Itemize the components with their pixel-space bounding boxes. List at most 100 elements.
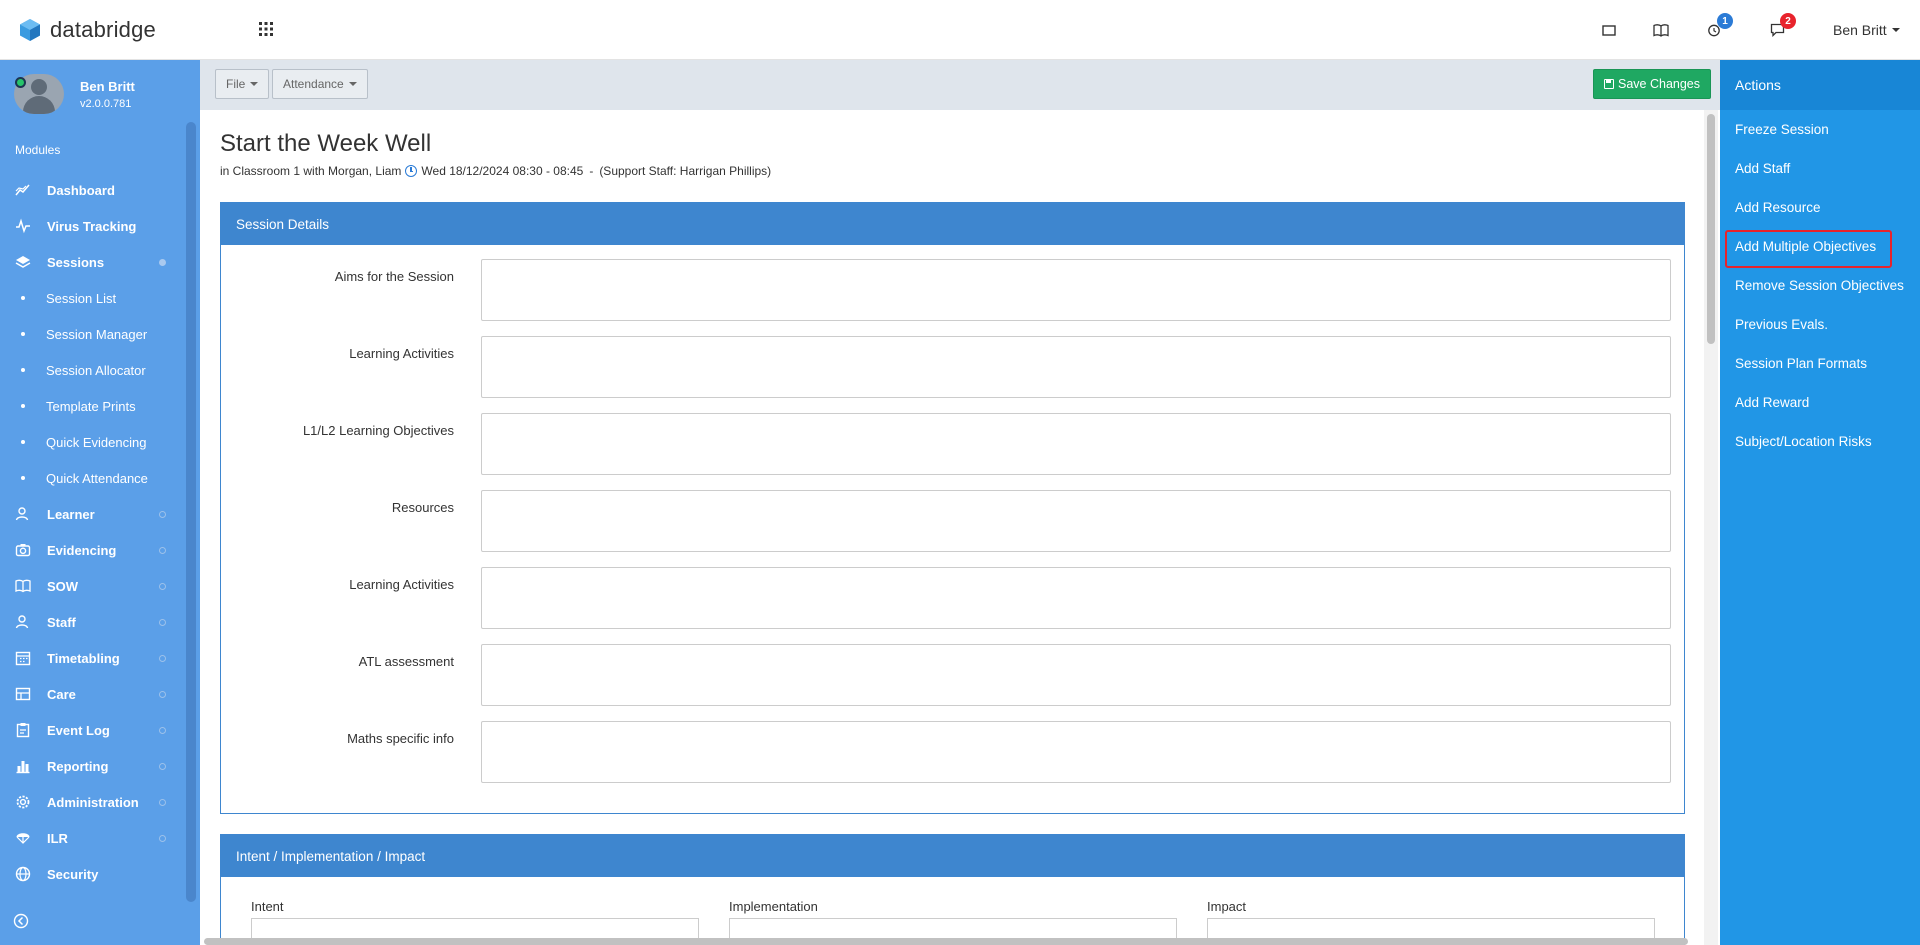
toolbar: File Attendance Save Changes [200, 60, 1720, 110]
impact-label: Impact [1207, 899, 1247, 914]
sidebar: Ben Britt v2.0.0.781 Modules Dashboard V… [0, 60, 200, 945]
user-profile[interactable]: Ben Britt v2.0.0.781 [14, 74, 135, 114]
session-details-panel: Session Details Aims for the Session Lea… [220, 202, 1685, 814]
collapsed-indicator-icon [159, 727, 166, 734]
alarm-clock-icon[interactable]: 1 [1704, 13, 1733, 40]
apps-grid-icon[interactable] [258, 21, 274, 37]
subject-location-risks-action[interactable]: Subject/Location Risks [1735, 434, 1872, 449]
sidebar-subitem-label: Session Manager [46, 326, 148, 342]
add-resource-action[interactable]: Add Resource [1735, 200, 1821, 215]
remove-session-objectives-action[interactable]: Remove Session Objectives [1735, 278, 1904, 293]
staff-icon [15, 615, 29, 629]
sidebar-item-ilr[interactable]: ILR [0, 820, 186, 856]
intent-implementation-impact-panel: Intent / Implementation / Impact Intent … [220, 834, 1685, 945]
atl-assessment-textarea[interactable] [481, 644, 1671, 706]
user-menu[interactable]: Ben Britt [1833, 22, 1900, 38]
session-location-staff: in Classroom 1 with Morgan, Liam [220, 164, 402, 178]
field-learning-activities: Learning Activities [221, 336, 1684, 398]
sidebar-item-label: Dashboard [47, 182, 115, 198]
window-icon[interactable] [1599, 20, 1619, 40]
sidebar-item-reporting[interactable]: Reporting [0, 748, 186, 784]
sidebar-item-label: ILR [47, 830, 68, 846]
sidebar-subitem-label: Session Allocator [46, 362, 146, 378]
vertical-scrollbar[interactable] [1707, 114, 1715, 344]
aims-textarea[interactable] [481, 259, 1671, 321]
sidebar-item-learner[interactable]: Learner [0, 496, 186, 532]
sidebar-item-administration[interactable]: Administration [0, 784, 186, 820]
field-learning-activities-2: Learning Activities [221, 567, 1684, 629]
message-badge: 2 [1780, 13, 1796, 29]
chat-icon[interactable]: 2 [1767, 13, 1796, 40]
profile-name: Ben Britt [80, 78, 135, 94]
collapse-sidebar-icon[interactable] [13, 913, 29, 929]
sidebar-subitem-session-manager[interactable]: Session Manager [0, 316, 186, 352]
collapsed-indicator-icon [159, 511, 166, 518]
collapsed-indicator-icon [159, 655, 166, 662]
collapsed-indicator-icon [159, 835, 166, 842]
session-plan-formats-action[interactable]: Session Plan Formats [1735, 356, 1867, 371]
learning-activities-2-textarea[interactable] [481, 567, 1671, 629]
sidebar-item-staff[interactable]: Staff [0, 604, 186, 640]
sidebar-subitem-session-list[interactable]: Session List [0, 280, 186, 316]
learning-activities-textarea[interactable] [481, 336, 1671, 398]
add-reward-action[interactable]: Add Reward [1735, 395, 1809, 410]
sidebar-item-label: Reporting [47, 758, 109, 774]
horizontal-scrollbar[interactable] [204, 938, 1688, 945]
chevron-down-icon [250, 82, 259, 86]
attendance-menu-button[interactable]: Attendance [272, 69, 368, 99]
globe-icon [15, 866, 31, 882]
floppy-disk-icon [1604, 79, 1614, 89]
clock-icon [405, 165, 418, 177]
freeze-session-action[interactable]: Freeze Session [1735, 122, 1829, 137]
sidebar-item-virus-tracking[interactable]: Virus Tracking [0, 208, 186, 244]
sidebar-item-evidencing[interactable]: Evidencing [0, 532, 186, 568]
file-menu-button[interactable]: File [215, 69, 270, 99]
sidebar-subitem-template-prints[interactable]: Template Prints [0, 388, 186, 424]
sidebar-subitem-quick-evidencing[interactable]: Quick Evidencing [0, 424, 186, 460]
save-changes-label: Save Changes [1618, 77, 1701, 91]
highlight-box [1725, 230, 1892, 268]
sidebar-item-timetabling[interactable]: Timetabling [0, 640, 186, 676]
sidebar-item-security[interactable]: Security [0, 856, 186, 892]
field-label: Learning Activities [349, 346, 454, 361]
learning-objectives-textarea[interactable] [481, 413, 1671, 475]
collapsed-indicator-icon [159, 583, 166, 590]
parachute-icon [16, 833, 30, 844]
sidebar-subitem-label: Quick Evidencing [46, 434, 147, 450]
app-version: v2.0.0.781 [80, 97, 132, 110]
actions-panel: Actions Freeze Session Add Staff Add Res… [1720, 60, 1920, 945]
sidebar-item-label: Staff [47, 614, 76, 630]
collapsed-indicator-icon [159, 763, 166, 770]
sidebar-item-label: Administration [47, 794, 139, 810]
book-icon[interactable] [1651, 20, 1671, 40]
panel-title: Intent / Implementation / Impact [221, 835, 1684, 877]
sidebar-scrollbar[interactable] [186, 122, 196, 902]
sidebar-item-label: Learner [47, 506, 95, 522]
field-atl-assessment: ATL assessment [221, 644, 1684, 706]
save-changes-button[interactable]: Save Changes [1593, 69, 1712, 99]
add-staff-action[interactable]: Add Staff [1735, 161, 1790, 176]
collapsed-indicator-icon [159, 799, 166, 806]
app-logo[interactable]: databridge [18, 17, 156, 43]
bar-chart-icon [16, 761, 30, 774]
sidebar-subitem-session-allocator[interactable]: Session Allocator [0, 352, 186, 388]
sidebar-item-dashboard[interactable]: Dashboard [0, 172, 186, 208]
sidebar-item-sessions[interactable]: Sessions [0, 244, 186, 280]
intent-label: Intent [251, 899, 284, 914]
sidebar-subitem-quick-attendance[interactable]: Quick Attendance [0, 460, 186, 496]
sidebar-item-label: SOW [47, 578, 79, 594]
sidebar-item-event-log[interactable]: Event Log [0, 712, 186, 748]
sidebar-item-care[interactable]: Care [0, 676, 186, 712]
camera-icon [15, 544, 31, 557]
sidebar-item-label: Security [47, 866, 99, 882]
sidebar-item-sow[interactable]: SOW [0, 568, 186, 604]
maths-info-textarea[interactable] [481, 721, 1671, 783]
field-learning-objectives: L1/L2 Learning Objectives [221, 413, 1684, 475]
implementation-label: Implementation [729, 899, 818, 914]
resources-textarea[interactable] [481, 490, 1671, 552]
learner-icon [15, 507, 29, 521]
previous-evals-action[interactable]: Previous Evals. [1735, 317, 1828, 332]
attendance-menu-label: Attendance [283, 77, 344, 91]
sidebar-item-label: Evidencing [47, 542, 117, 558]
expanded-indicator-icon [159, 259, 166, 266]
